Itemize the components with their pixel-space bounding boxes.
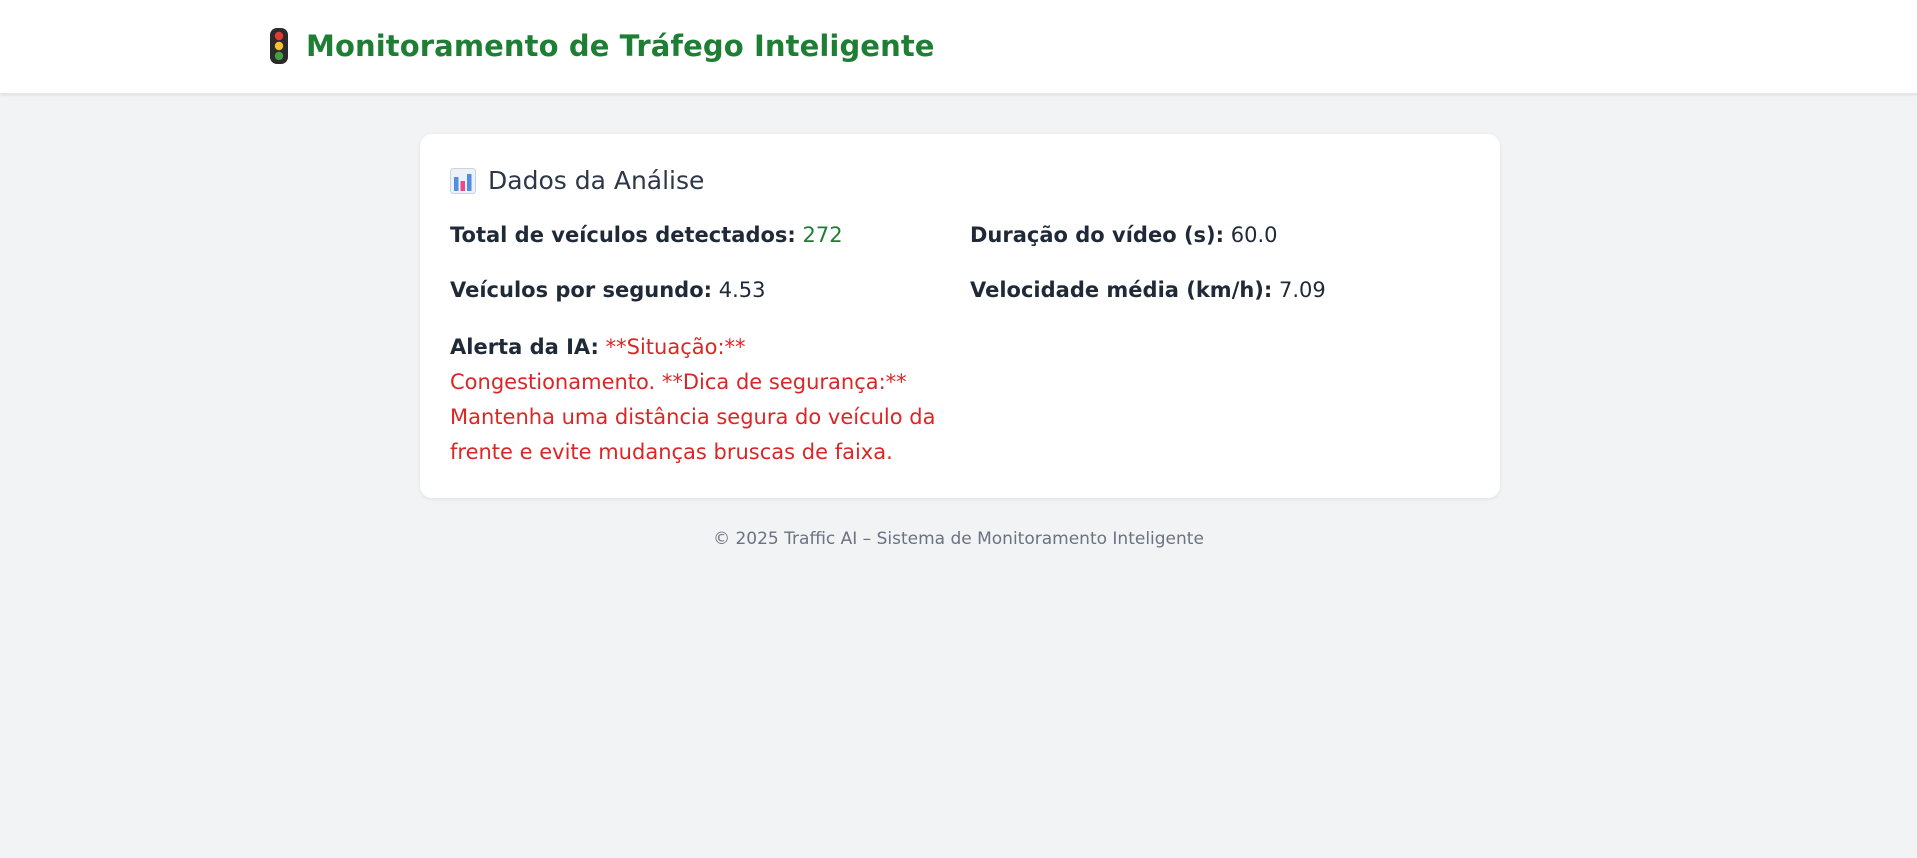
- stat-label: Duração do vídeo (s):: [970, 223, 1225, 247]
- card-title: Dados da Análise: [488, 166, 705, 195]
- stat-value: 7.09: [1279, 278, 1326, 302]
- stat-label: Veículos por segundo:: [450, 278, 713, 302]
- analysis-card: Dados da Análise Total de veículos detec…: [420, 134, 1500, 498]
- stat-value: 60.0: [1230, 223, 1278, 247]
- stat-average-speed: Velocidade média (km/h): 7.09: [970, 278, 1326, 302]
- stat-label: Total de veículos detectados:: [450, 223, 796, 247]
- stat-value: 4.53: [718, 278, 766, 302]
- footer: © 2025 Traffic AI – Sistema de Monitoram…: [713, 529, 1204, 549]
- stat-vehicles-per-second: Veículos por segundo: 4.53: [450, 278, 766, 302]
- brand: Monitoramento de Tráfego Inteligente: [268, 26, 935, 66]
- stat-value: 272: [802, 223, 843, 247]
- traffic-light-icon: [270, 28, 288, 64]
- app-title: Monitoramento de Tráfego Inteligente: [306, 29, 935, 63]
- stat-label: Velocidade média (km/h):: [970, 278, 1273, 302]
- alert-label: Alerta da IA:: [450, 335, 599, 359]
- card-header: Dados da Análise: [450, 166, 704, 195]
- stat-total-vehicles: Total de veículos detectados: 272: [450, 223, 843, 247]
- stat-video-duration: Duração do vídeo (s): 60.0: [970, 223, 1277, 247]
- top-header: Monitoramento de Tráfego Inteligente: [0, 0, 1917, 94]
- bar-chart-icon: [450, 167, 476, 194]
- ai-alert: Alerta da IA: **Situação:** Congestionam…: [450, 330, 950, 470]
